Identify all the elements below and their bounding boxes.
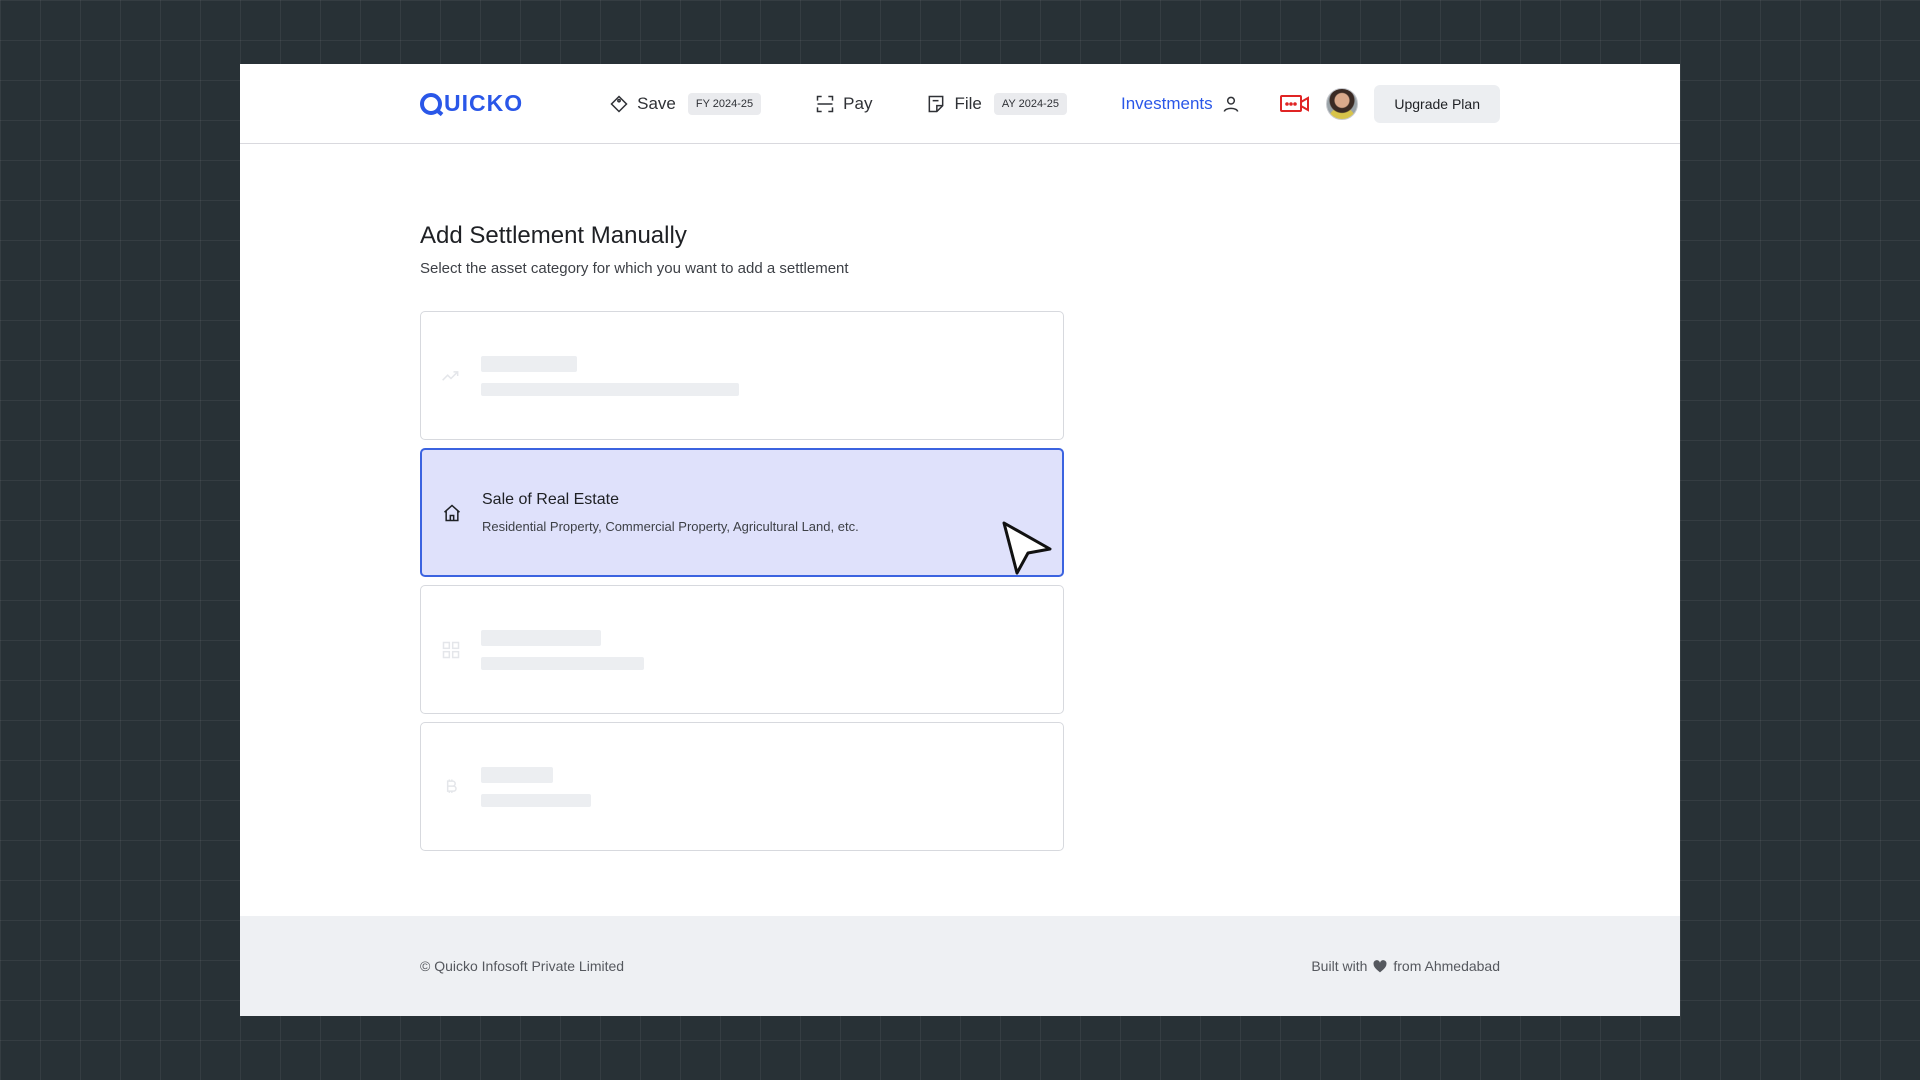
app-window: UICKO Save FY 2024-25 Pay File AY 2024-2… — [240, 64, 1680, 1016]
nav-file-label: File — [954, 93, 982, 113]
heart-icon — [1373, 959, 1387, 972]
card-description: Residential Property, Commercial Propert… — [482, 519, 859, 534]
asset-card-real-estate[interactable]: Sale of Real Estate Residential Property… — [420, 448, 1064, 577]
asset-card-loading-3[interactable] — [420, 722, 1064, 851]
home-icon — [442, 503, 462, 523]
asset-card-loading-1[interactable] — [420, 311, 1064, 440]
page-title: Add Settlement Manually — [420, 222, 687, 249]
footer: © Quicko Infosoft Private Limited Built … — [240, 916, 1680, 1016]
copyright-text: © Quicko Infosoft Private Limited — [420, 958, 625, 974]
skeleton-description — [481, 793, 591, 807]
grid-icon — [441, 640, 461, 660]
tag-icon — [610, 94, 628, 113]
from-label: from Ahmedabad — [1393, 958, 1500, 974]
user-icon — [1223, 96, 1239, 112]
nav-save-label: Save — [637, 93, 676, 113]
nav-pay[interactable]: Pay — [815, 94, 872, 114]
nav-file[interactable]: File AY 2024-25 — [926, 92, 1067, 115]
skeleton-description — [481, 382, 739, 396]
nav-investments-label: Investments — [1120, 93, 1213, 113]
skeleton-title — [481, 766, 553, 783]
asset-card-loading-2[interactable] — [420, 585, 1064, 714]
skeleton-title — [481, 629, 601, 646]
logo-q-mark — [420, 92, 442, 115]
mouse-pointer-icon — [1002, 521, 1052, 575]
top-navbar: UICKO Save FY 2024-25 Pay File AY 2024-2… — [240, 64, 1680, 144]
bitcoin-icon — [441, 777, 461, 797]
nav-pay-label: Pay — [843, 93, 873, 113]
skeleton-description — [481, 656, 644, 670]
built-with-label: Built with — [1311, 958, 1368, 974]
video-call-icon[interactable] — [1280, 93, 1310, 115]
nav-investments[interactable]: Investments — [1121, 94, 1241, 114]
upgrade-plan-button[interactable]: Upgrade Plan — [1374, 85, 1500, 123]
page-subtitle: Select the asset category for which you … — [420, 260, 849, 277]
skeleton-title — [481, 355, 577, 372]
card-title: Sale of Real Estate — [482, 491, 619, 508]
user-avatar[interactable] — [1326, 88, 1359, 120]
card-skeleton — [481, 355, 739, 396]
logo-text: UICKO — [444, 90, 524, 116]
nav-save[interactable]: Save FY 2024-25 — [609, 92, 762, 115]
scan-icon — [816, 95, 834, 112]
trend-icon — [441, 366, 461, 386]
card-skeleton — [481, 629, 644, 670]
quicko-logo[interactable]: UICKO — [420, 90, 523, 117]
card-text: Sale of Real Estate Residential Property… — [482, 491, 859, 534]
header-right-tools: Upgrade Plan — [1280, 64, 1500, 144]
built-with-text: Built with from Ahmedabad — [1311, 958, 1500, 974]
main-content: Add Settlement Manually Select the asset… — [240, 144, 1680, 916]
fy-chip: FY 2024-25 — [687, 92, 762, 115]
file-note-icon — [929, 95, 944, 112]
asset-category-list: Sale of Real Estate Residential Property… — [420, 311, 1064, 851]
card-skeleton — [481, 766, 591, 807]
ay-chip: AY 2024-25 — [993, 92, 1067, 115]
main-nav: Save FY 2024-25 Pay File AY 2024-25 Inve… — [609, 92, 1295, 115]
